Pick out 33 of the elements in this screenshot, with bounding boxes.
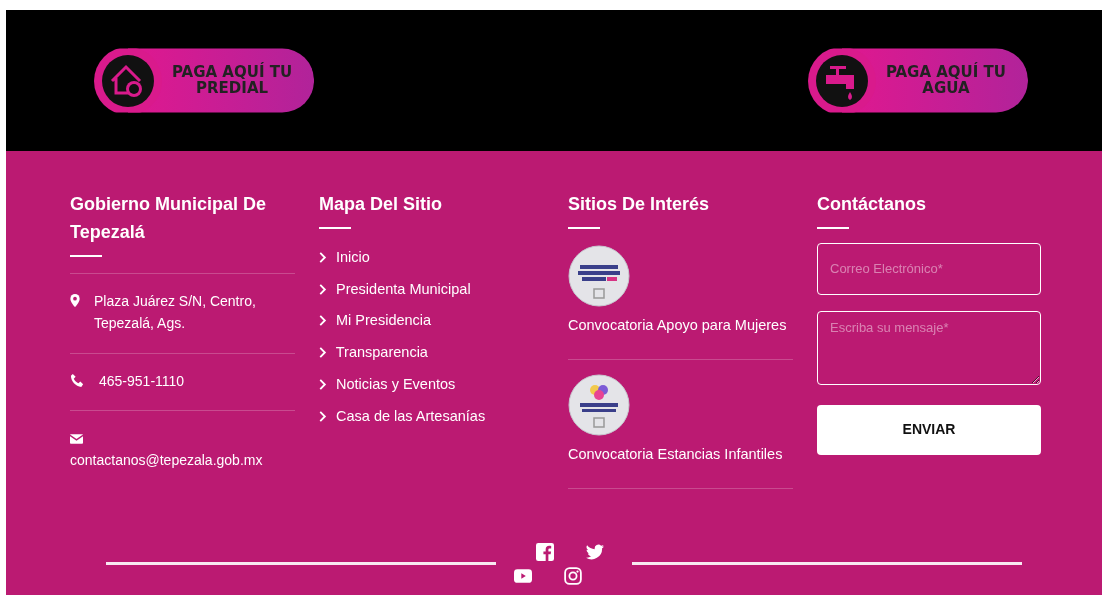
interest-site-link[interactable]: Convocatoria Apoyo para Mujeres (568, 314, 787, 337)
chevron-icon (319, 347, 327, 359)
youtube-icon[interactable] (514, 566, 532, 585)
sitemap-link[interactable]: Inicio (319, 246, 370, 269)
column-title: Contáctanos (817, 193, 927, 216)
sitemap-link[interactable]: Casa de las Artesanías (319, 405, 486, 428)
phone-icon (70, 373, 85, 389)
column-title: Gobierno Municipal De Tepezalá (70, 193, 267, 244)
sitemap-link[interactable]: Mi Presidencia (319, 310, 432, 333)
pay-button[interactable]: PAGA AQUÍ TU AGUA (805, 48, 1028, 113)
address-text: Plaza Juárez S/N, Centro, Tepezalá, Ags. (94, 291, 257, 334)
chevron-icon (319, 283, 327, 295)
send-button[interactable]: ENVIAR (817, 404, 1041, 455)
twitter-icon[interactable] (586, 542, 604, 561)
chevron-icon (319, 410, 327, 422)
chevron-icon (319, 251, 327, 263)
location-pin-icon (70, 293, 80, 307)
sitemap-link[interactable]: Transparencia (319, 342, 428, 364)
message-field[interactable]: Escriba su mensaje* (817, 310, 1041, 385)
phone-text: 465-951-1110 (99, 371, 185, 391)
pay-button[interactable]: PAGA AQUÍ TU PREDIAL (92, 48, 315, 113)
sitemap-link[interactable]: Presidenta Municipal (319, 278, 471, 301)
email-text: contactanos@tepezala.gob.mx (70, 451, 264, 471)
column-title: Sitios De Interés (568, 193, 711, 216)
column-title: Mapa Del Sitio (319, 193, 444, 216)
mail-icon (70, 434, 83, 445)
chevron-icon (319, 378, 327, 390)
facebook-icon[interactable] (536, 542, 554, 561)
email-field[interactable]: Correo Electrónico* (817, 242, 1041, 295)
sitemap-link[interactable]: Noticias y Eventos (319, 373, 456, 396)
interest-site-link[interactable]: Convocatoria Estancias Infantiles (568, 443, 783, 466)
chevron-icon (319, 315, 327, 327)
instagram-icon[interactable] (564, 566, 582, 585)
